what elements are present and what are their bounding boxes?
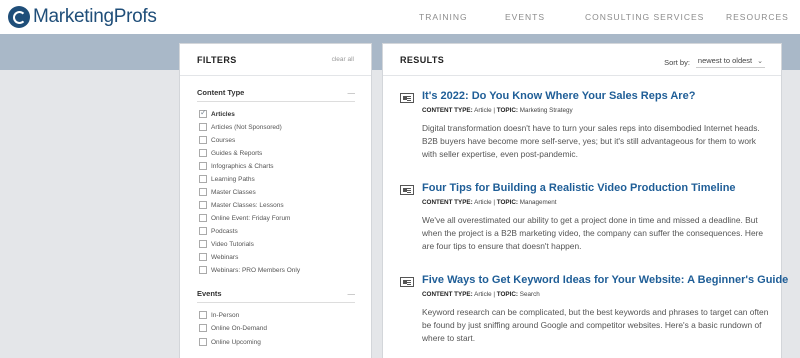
- checkbox-icon[interactable]: [199, 266, 207, 274]
- meta-topic-label: TOPIC:: [496, 291, 519, 298]
- meta-topic-value[interactable]: Search: [520, 291, 540, 298]
- filter-option-label: Webinars: [211, 253, 239, 261]
- filter-option-guides-reports[interactable]: Guides & Reports: [199, 148, 262, 158]
- filter-option-label: Online Event: Friday Forum: [211, 214, 291, 222]
- filter-option-label: Courses: [211, 136, 236, 144]
- filter-option-courses[interactable]: Courses: [199, 135, 235, 145]
- results-panel: RESULTS Sort by: newest to oldest ⌄ It's…: [382, 43, 788, 358]
- chevron-down-icon: ⌄: [757, 57, 763, 65]
- filter-option-articles[interactable]: Articles: [199, 108, 235, 119]
- filter-option-label: Webinars: PRO Members Only: [211, 266, 301, 274]
- sort-select[interactable]: newest to oldest ⌄: [695, 56, 765, 68]
- nav-training[interactable]: TRAINING: [419, 12, 468, 22]
- filter-option-label: In-Person: [211, 311, 240, 319]
- meta-topic-label: TOPIC:: [496, 107, 519, 114]
- checkbox-icon[interactable]: [199, 123, 207, 131]
- article-icon: [400, 277, 414, 287]
- filter-option-friday-forum[interactable]: Online Event: Friday Forum: [199, 213, 290, 223]
- article-icon: [400, 93, 414, 103]
- filter-option-webinars-pro[interactable]: Webinars: PRO Members Only: [199, 265, 300, 275]
- nav-events[interactable]: EVENTS: [505, 12, 545, 22]
- filter-option-label: Guides & Reports: [211, 149, 263, 157]
- filter-option-online-on-demand[interactable]: Online On-Demand: [199, 323, 267, 333]
- filters-divider: [180, 75, 371, 76]
- content-type-heading[interactable]: Content Type —: [197, 88, 355, 102]
- events-label: Events: [197, 289, 222, 298]
- clear-all-link[interactable]: clear all: [332, 56, 354, 63]
- article-icon: [400, 185, 414, 195]
- events-heading[interactable]: Events —: [197, 289, 355, 303]
- meta-type-value[interactable]: Article: [474, 291, 492, 298]
- checkbox-icon[interactable]: [199, 214, 207, 222]
- filter-option-label: Podcasts: [211, 227, 238, 235]
- checkbox-icon[interactable]: [199, 227, 207, 235]
- result-description: We've all overestimated our ability to g…: [422, 215, 764, 251]
- checkbox-icon[interactable]: [199, 136, 207, 144]
- logo-mark-icon: [8, 6, 30, 28]
- meta-type-value[interactable]: Article: [474, 107, 492, 114]
- sort-value: newest to oldest: [697, 56, 753, 65]
- checkbox-icon[interactable]: [199, 253, 207, 261]
- result-title-link[interactable]: Four Tips for Building a Realistic Video…: [422, 182, 736, 194]
- meta-topic-label: TOPIC:: [496, 199, 519, 206]
- checkbox-icon[interactable]: [199, 108, 207, 118]
- filter-option-master-classes[interactable]: Master Classes: [199, 187, 256, 197]
- checkbox-icon[interactable]: [199, 311, 207, 319]
- checkbox-icon[interactable]: [199, 201, 207, 209]
- filter-option-label: Online On-Demand: [211, 324, 267, 332]
- filter-option-video-tutorials[interactable]: Video Tutorials: [199, 239, 254, 249]
- filter-option-label: Master Classes: Lessons: [211, 201, 284, 209]
- meta-topic-value[interactable]: Management: [520, 199, 557, 206]
- filter-option-in-person[interactable]: In-Person: [199, 310, 239, 320]
- content-type-label: Content Type: [197, 88, 245, 97]
- results-divider: [383, 75, 781, 76]
- filter-option-podcasts[interactable]: Podcasts: [199, 226, 238, 236]
- filters-title: FILTERS: [197, 55, 237, 65]
- collapse-icon[interactable]: —: [348, 88, 356, 97]
- result-description: Keyword research can be complicated, but…: [422, 307, 769, 343]
- result-description: Digital transformation doesn't have to t…: [422, 123, 760, 159]
- checkbox-icon[interactable]: [199, 175, 207, 183]
- logo-text: MarketingProfs: [33, 6, 157, 27]
- filters-panel: FILTERS clear all Content Type — Article…: [179, 43, 372, 358]
- filter-option-label: Infographics & Charts: [211, 162, 274, 170]
- result-meta: CONTENT TYPE: Article | TOPIC: Managemen…: [422, 199, 557, 206]
- checkbox-icon[interactable]: [199, 324, 207, 332]
- filter-option-infographics-charts[interactable]: Infographics & Charts: [199, 161, 274, 171]
- filter-option-label: Learning Paths: [211, 175, 255, 183]
- checkbox-icon[interactable]: [199, 149, 207, 157]
- meta-type-value[interactable]: Article: [474, 199, 492, 206]
- filter-option-label: Articles: [211, 110, 235, 118]
- meta-type-label: CONTENT TYPE:: [422, 291, 473, 298]
- filter-option-learning-paths[interactable]: Learning Paths: [199, 174, 255, 184]
- checkbox-icon[interactable]: [199, 338, 207, 346]
- result-meta: CONTENT TYPE: Article | TOPIC: Marketing…: [422, 107, 573, 114]
- sort-control: Sort by: newest to oldest ⌄: [664, 56, 765, 68]
- logo[interactable]: MarketingProfs: [8, 6, 157, 28]
- nav-consulting-services[interactable]: CONSULTING SERVICES: [585, 12, 704, 22]
- meta-type-label: CONTENT TYPE:: [422, 199, 473, 206]
- filter-option-articles-not-sponsored[interactable]: Articles (Not Sponsored): [199, 122, 282, 132]
- result-title-link[interactable]: It's 2022: Do You Know Where Your Sales …: [422, 90, 695, 102]
- results-title: RESULTS: [400, 55, 445, 65]
- filter-option-label: Video Tutorials: [211, 240, 254, 248]
- meta-type-label: CONTENT TYPE:: [422, 107, 473, 114]
- filter-option-label: Articles (Not Sponsored): [211, 123, 282, 131]
- nav-resources[interactable]: RESOURCES: [726, 12, 789, 22]
- result-title-link[interactable]: Five Ways to Get Keyword Ideas for Your …: [422, 274, 788, 286]
- sort-label: Sort by:: [664, 57, 690, 67]
- checkbox-icon[interactable]: [199, 162, 207, 170]
- filter-option-label: Online Upcoming: [211, 338, 261, 346]
- filter-option-master-classes-lessons[interactable]: Master Classes: Lessons: [199, 200, 284, 210]
- result-meta: CONTENT TYPE: Article | TOPIC: Search: [422, 291, 540, 298]
- filter-option-webinars[interactable]: Webinars: [199, 252, 238, 262]
- collapse-icon[interactable]: —: [348, 289, 356, 298]
- checkbox-icon[interactable]: [199, 240, 207, 248]
- meta-topic-value[interactable]: Marketing Strategy: [520, 107, 573, 114]
- filter-option-online-upcoming[interactable]: Online Upcoming: [199, 337, 261, 347]
- filter-option-label: Master Classes: [211, 188, 256, 196]
- checkbox-icon[interactable]: [199, 188, 207, 196]
- site-header: MarketingProfs TRAINING EVENTS CONSULTIN…: [0, 0, 800, 34]
